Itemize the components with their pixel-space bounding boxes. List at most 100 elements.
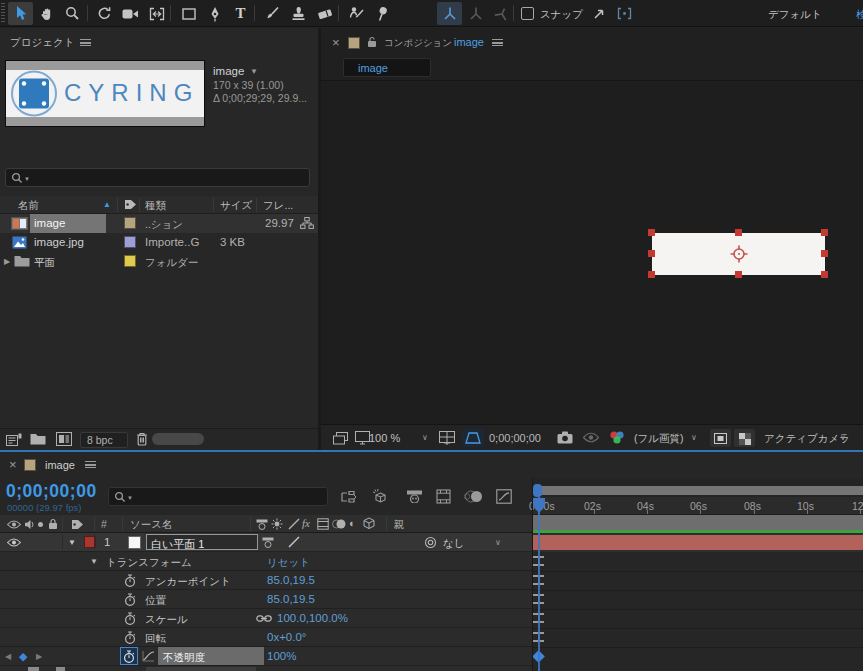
time-ruler[interactable]: 0:00s 02s 04s 06s 08s 10s 12 bbox=[533, 497, 863, 515]
layer-duration-bar[interactable] bbox=[533, 535, 863, 550]
selection-handle[interactable] bbox=[648, 250, 655, 257]
clone-stamp-tool-button[interactable] bbox=[286, 2, 311, 25]
snap-label[interactable]: スナップ bbox=[540, 8, 583, 22]
project-item-name[interactable]: image.jpg bbox=[34, 236, 84, 248]
parent-pickwhip-icon[interactable] bbox=[424, 536, 437, 549]
motion-blur-icon[interactable] bbox=[464, 490, 483, 503]
stopwatch-icon[interactable] bbox=[124, 612, 136, 626]
search-dropdown-icon[interactable]: ▼ bbox=[127, 495, 133, 501]
layer-number-column[interactable]: # bbox=[101, 518, 107, 530]
timeline-tab-label[interactable]: image bbox=[45, 459, 75, 471]
local-axis-mode-button[interactable] bbox=[437, 2, 462, 25]
project-item-name[interactable]: image bbox=[34, 217, 65, 229]
view-axis-mode-button[interactable] bbox=[489, 2, 514, 25]
comp-mini-flowchart-icon[interactable] bbox=[340, 490, 358, 504]
hand-tool-button[interactable] bbox=[34, 2, 59, 25]
audio-column-speaker-icon[interactable] bbox=[24, 519, 35, 530]
layer-row[interactable]: ▼ 1 白い平面 1 なし ∨ bbox=[0, 533, 533, 552]
frame-blend-switch-icon[interactable] bbox=[317, 518, 329, 530]
transparency-grid-button[interactable] bbox=[734, 429, 755, 447]
workspace-search-partial[interactable]: 検索 bbox=[856, 8, 863, 22]
anchor-point-icon[interactable] bbox=[729, 244, 749, 264]
camera-dropdown-chevron-icon[interactable]: ∨ bbox=[840, 433, 846, 442]
rectangle-tool-button[interactable] bbox=[176, 2, 201, 25]
property-label[interactable]: スケール bbox=[145, 613, 188, 627]
comp-viewport[interactable] bbox=[321, 81, 863, 424]
time-navigator-track[interactable] bbox=[541, 486, 863, 495]
brush-tool-button[interactable] bbox=[260, 2, 285, 25]
shy-layers-icon[interactable] bbox=[406, 490, 423, 503]
selection-handle[interactable] bbox=[648, 271, 655, 278]
label-column-tag-icon[interactable] bbox=[124, 199, 137, 210]
parent-column[interactable]: 親 bbox=[394, 518, 405, 532]
snapshot-camera-icon[interactable] bbox=[557, 431, 573, 444]
zoom-tool-button[interactable] bbox=[60, 2, 85, 25]
keyframe-toggle-diamond[interactable]: ◆ bbox=[19, 650, 27, 663]
source-name-column[interactable]: ソース名 bbox=[130, 518, 173, 532]
draft-3d-icon[interactable] bbox=[372, 488, 389, 505]
resolution-value[interactable]: (フル画質) bbox=[634, 432, 684, 446]
footage-preview-thumbnail[interactable]: CYRING bbox=[5, 60, 205, 127]
label-color-chip[interactable] bbox=[124, 236, 136, 248]
text-tool-button[interactable]: T bbox=[228, 2, 253, 25]
grid-guides-icon[interactable] bbox=[439, 431, 455, 445]
selection-handle[interactable] bbox=[648, 229, 655, 236]
comp-panel-comp-name[interactable]: image bbox=[454, 36, 484, 48]
playhead-handle[interactable] bbox=[532, 497, 546, 514]
snap-options-button[interactable] bbox=[586, 2, 611, 25]
project-row-composition[interactable]: image ..ション 29.97 bbox=[0, 214, 318, 233]
pen-tool-button[interactable] bbox=[202, 2, 227, 25]
camera-tool-button[interactable] bbox=[118, 2, 143, 25]
adjustment-layer-switch-icon[interactable]: ◐ bbox=[349, 517, 356, 529]
graph-editor-icon[interactable] bbox=[496, 489, 512, 504]
unlock-icon[interactable] bbox=[367, 36, 377, 48]
opacity-row[interactable]: ◀ ◆ ▶ 不透明度 100% bbox=[0, 647, 533, 666]
opacity-stopwatch-active[interactable] bbox=[120, 647, 138, 665]
column-type[interactable]: 種類 bbox=[145, 199, 166, 213]
selection-handle[interactable] bbox=[821, 250, 828, 257]
property-value[interactable]: 100% bbox=[267, 650, 296, 662]
group-expander-icon[interactable]: ▼ bbox=[90, 557, 98, 566]
property-value[interactable]: 0x+0.0° bbox=[267, 631, 306, 643]
panel-close-icon[interactable]: × bbox=[9, 457, 17, 472]
bit-depth-button[interactable]: 8 bpc bbox=[80, 432, 128, 448]
transform-reset-link[interactable]: リセット bbox=[267, 556, 310, 570]
project-panel-title[interactable]: プロジェクト bbox=[10, 36, 74, 50]
layer-expander-icon[interactable]: ▼ bbox=[68, 538, 76, 547]
puppet-pin-tool-button[interactable] bbox=[370, 2, 395, 25]
frame-blend-icon[interactable] bbox=[436, 489, 451, 504]
stopwatch-icon[interactable] bbox=[124, 631, 136, 645]
selection-tool-button[interactable] bbox=[8, 2, 33, 25]
zoom-dropdown-chevron-icon[interactable]: ∨ bbox=[422, 433, 428, 442]
transform-group-row[interactable]: ▼ トランスフォーム リセット bbox=[0, 552, 533, 571]
constrain-proportions-link-icon[interactable] bbox=[256, 614, 272, 623]
new-composition-icon[interactable] bbox=[56, 432, 72, 446]
main-display-icon[interactable] bbox=[355, 431, 370, 445]
snap-checkbox[interactable] bbox=[521, 7, 534, 20]
project-search-input[interactable]: ▼ bbox=[5, 168, 310, 187]
layer-name-box[interactable]: 白い平面 1 bbox=[146, 534, 258, 550]
solo-column-icon[interactable] bbox=[38, 522, 43, 527]
layer-visibility-eye-icon[interactable] bbox=[7, 538, 21, 547]
trash-icon[interactable] bbox=[136, 432, 148, 446]
horizontal-scrollbar-thumb[interactable] bbox=[152, 433, 204, 445]
world-axis-mode-button[interactable] bbox=[463, 2, 488, 25]
timeline-label-chip[interactable] bbox=[24, 459, 36, 471]
eraser-tool-button[interactable] bbox=[312, 2, 337, 25]
layer-name[interactable]: 白い平面 1 bbox=[151, 537, 204, 552]
property-value[interactable]: 100.0,100.0% bbox=[277, 612, 348, 624]
collapse-transformations-icon[interactable] bbox=[271, 518, 283, 530]
comp-nav-tab[interactable]: image bbox=[343, 58, 431, 77]
selection-handle[interactable] bbox=[821, 229, 828, 236]
three-d-switch-icon[interactable] bbox=[363, 517, 375, 530]
snap-bounds-button[interactable] bbox=[612, 2, 637, 25]
column-time-divider[interactable] bbox=[532, 478, 533, 671]
column-fps[interactable]: フレ... bbox=[263, 199, 293, 213]
folder-expander-icon[interactable]: ▶ bbox=[4, 257, 10, 266]
property-label[interactable]: 不透明度 bbox=[163, 651, 205, 665]
transform-group-label[interactable]: トランスフォーム bbox=[106, 556, 192, 570]
time-navigator-start-handle[interactable] bbox=[533, 484, 542, 497]
label-column-tag-icon[interactable] bbox=[71, 519, 84, 530]
scale-row[interactable]: スケール 100.0,100.0% bbox=[0, 609, 533, 628]
panel-close-icon[interactable]: × bbox=[332, 35, 340, 50]
